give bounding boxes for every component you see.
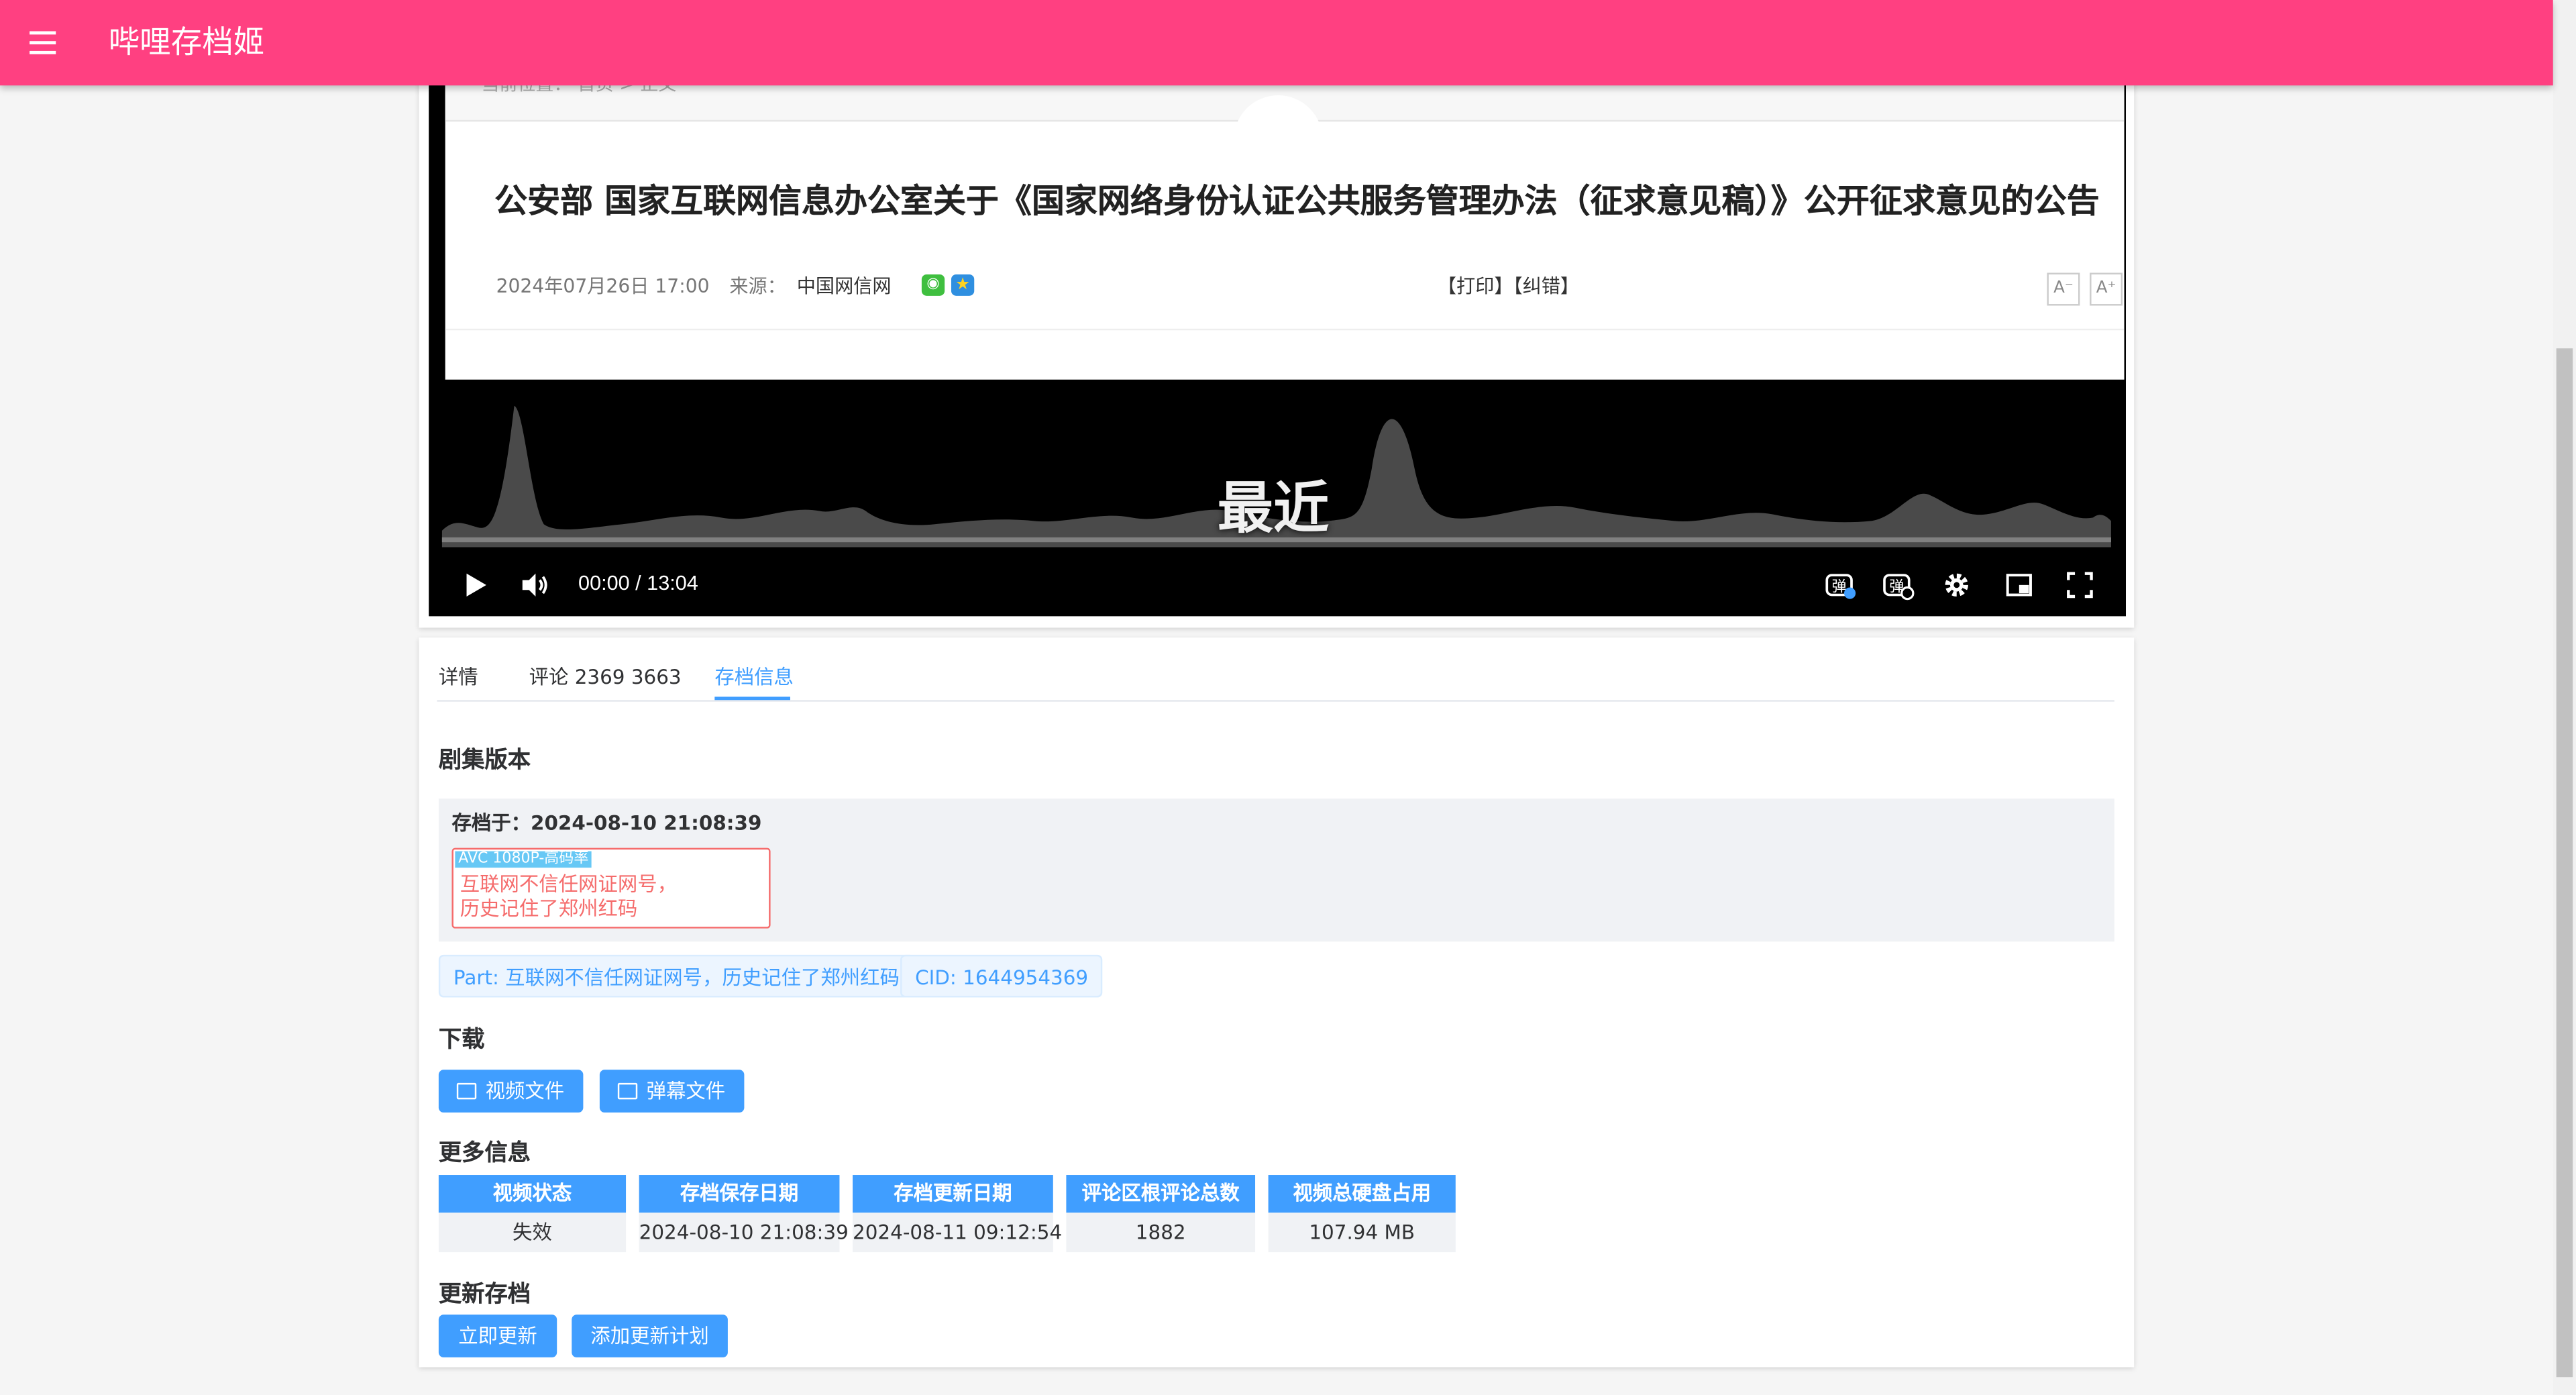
video-frame-content: 当前位置： 首页 > 正文 公安部 国家互联网信息办公室关于《国家网络身份认证公… [445, 65, 2125, 380]
part-title-line-2: 历史记住了郑州红码 [460, 897, 638, 921]
stat-disk-usage: 视频总硬盘占用 107.94 MB [1268, 1175, 1456, 1253]
wechat-icon: ◉ [921, 274, 945, 296]
tab-details[interactable]: 详情 [439, 662, 478, 690]
app-title: 哔哩存档姬 [108, 24, 265, 61]
stat-label: 存档保存日期 [639, 1175, 840, 1213]
tab-active-indicator [714, 696, 790, 701]
part-card[interactable]: AVC 1080P-高码率 互联网不信任网证网号， 历史记住了郑州红码 [451, 847, 771, 929]
danmaku-file-button[interactable]: 弹幕文件 [599, 1070, 745, 1113]
cid-tag: CID: 1644954369 [900, 954, 1104, 998]
frame-print-correct: 【打印】【纠错】 [1437, 274, 1580, 298]
stat-value: 2024-08-10 21:08:39 [639, 1212, 849, 1253]
pip-icon[interactable] [2001, 567, 2037, 603]
stat-video-status: 视频状态 失效 [438, 1175, 627, 1253]
frame-source: 中国网信网 [796, 274, 892, 298]
stat-value: 2024-08-11 09:12:54 [853, 1212, 1062, 1253]
stat-label: 视频总硬盘占用 [1268, 1175, 1456, 1213]
tab-archive-info[interactable]: 存档信息 [714, 662, 794, 690]
message-icon [619, 1082, 639, 1099]
progress-bar[interactable] [441, 537, 2111, 543]
tab-comments[interactable]: 评论 2369 3663 [529, 662, 682, 690]
danmaku-toggle-icon[interactable]: 弹 [1822, 567, 1858, 603]
frame-source-label: 来源： [729, 274, 786, 298]
stat-root-comments: 评论区根评论总数 1882 [1066, 1175, 1256, 1253]
play-icon[interactable] [457, 567, 493, 603]
stat-label: 存档更新日期 [853, 1175, 1053, 1213]
frame-headline: 公安部 国家互联网信息办公室关于《国家网络身份认证公共服务管理办法（征求意见稿）… [494, 180, 2100, 221]
frame-divider [445, 328, 2125, 331]
video-subtitle: 最近 [1217, 476, 1330, 543]
info-card [419, 637, 2135, 1367]
menu-icon[interactable] [23, 23, 62, 62]
stat-archive-updated: 存档更新日期 2024-08-11 09:12:54 [853, 1175, 1062, 1253]
video-file-label: 视频文件 [485, 1079, 565, 1103]
frame-logo-circle [1234, 95, 1323, 185]
part-tag: Part: 互联网不信任网证网号，历史记住了郑州红码 [438, 954, 915, 998]
stat-label: 视频状态 [438, 1175, 627, 1213]
fullscreen-icon[interactable] [2061, 567, 2098, 603]
stat-label: 评论区根评论总数 [1066, 1175, 1256, 1213]
part-title-line-1: 互联网不信任网证网号， [460, 872, 678, 896]
episodes-title: 剧集版本 [438, 747, 531, 774]
stat-value: 1882 [1066, 1212, 1256, 1253]
more-info-title: 更多信息 [438, 1140, 531, 1167]
video-file-button[interactable]: 视频文件 [438, 1070, 584, 1113]
danmaku-settings-icon[interactable]: 弹 [1880, 567, 1916, 603]
time-display: 00:00 / 13:04 [578, 572, 698, 595]
download-title: 下载 [438, 1027, 485, 1053]
page-scrollbar-thumb[interactable] [2556, 348, 2573, 1378]
archived-at: 存档于：2024-08-10 21:08:39 [451, 811, 762, 835]
update-now-button[interactable]: 立即更新 [438, 1314, 557, 1357]
qzone-icon: ★ [951, 274, 975, 296]
frame-date: 2024年07月26日 17:00 [496, 274, 710, 298]
stat-value: 失效 [438, 1212, 627, 1253]
stat-value: 107.94 MB [1268, 1212, 1456, 1253]
volume-icon[interactable] [516, 567, 552, 603]
part-title: 互联网不信任网证网号， 历史记住了郑州红码 [460, 872, 677, 921]
tab-bar: 详情 评论 2369 3663 存档信息 [437, 654, 2114, 702]
stat-archive-saved: 存档保存日期 2024-08-10 21:08:39 [639, 1175, 849, 1253]
video-camera-icon [458, 1082, 478, 1099]
font-smaller-icon: A⁻ [2047, 272, 2080, 306]
add-schedule-button[interactable]: 添加更新计划 [572, 1314, 728, 1357]
app-bar: 哔哩存档姬 [0, 0, 2553, 86]
update-title: 更新存档 [438, 1282, 531, 1308]
font-larger-icon: A⁺ [2090, 272, 2123, 306]
settings-gear-icon[interactable] [1939, 567, 1975, 603]
quality-badge: AVC 1080P-高码率 [455, 851, 592, 868]
danmaku-file-label: 弹幕文件 [646, 1079, 726, 1103]
video-player[interactable]: 当前位置： 首页 > 正文 公安部 国家互联网信息办公室关于《国家网络身份认证公… [429, 65, 2127, 617]
app-root: 哔哩存档姬 当前位置： 首页 > 正文 公安部 国家互联网信息办公室关于《国家网… [0, 0, 2576, 1395]
